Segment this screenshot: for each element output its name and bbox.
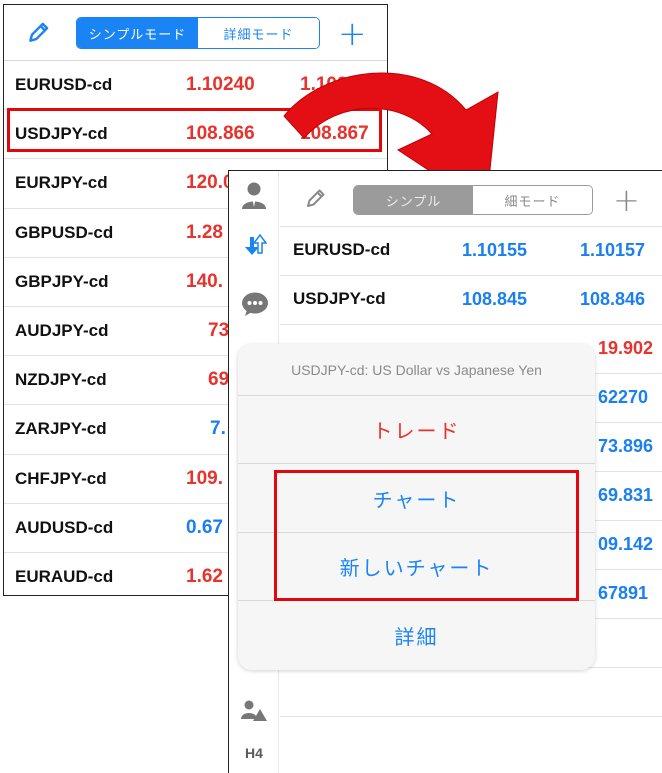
account-icon[interactable] <box>241 181 267 211</box>
ask-price: 67891 <box>598 583 649 603</box>
bid-price: 120.0 <box>186 172 234 194</box>
bid-price: 140. <box>186 270 223 292</box>
symbol-label: EURUSD-cd <box>293 240 391 259</box>
quote-row[interactable] <box>280 668 662 717</box>
quote-row[interactable]: USDJPY-cd 108.845 108.846 <box>280 276 662 325</box>
symbol-label: CHFJPY-cd <box>15 468 107 488</box>
quote-row[interactable]: EURUSD-cd 1.10155 1.10157 <box>280 227 662 276</box>
simple-mode-tab[interactable]: シンプルモード <box>77 18 198 48</box>
symbol-label: AUDJPY-cd <box>15 320 109 340</box>
ask-price: 62270 <box>598 387 649 407</box>
symbol-label: GBPJPY-cd <box>15 271 109 291</box>
symbol-label: ZARJPY-cd <box>15 419 107 439</box>
chart-settings-icon[interactable] <box>241 699 267 723</box>
ask-price: 1.10157 <box>580 240 646 260</box>
details-menu-item[interactable]: 詳細 <box>238 601 595 670</box>
pencil-icon[interactable] <box>26 19 52 45</box>
symbol-label: NZDJPY-cd <box>15 370 107 390</box>
simple-mode-tab[interactable]: シンプル <box>354 186 473 214</box>
new-chart-menu-item[interactable]: 新しいチャート <box>238 533 595 601</box>
trade-arrows-icon[interactable] <box>241 233 267 263</box>
add-symbol-icon[interactable]: + <box>338 17 367 51</box>
trade-menu-item[interactable]: トレード <box>238 396 595 464</box>
popup-title: USDJPY-cd: US Dollar vs Japanese Yen <box>238 344 595 396</box>
mode-segmented-control: シンプル 細モード <box>353 185 593 215</box>
symbol-action-popup: USDJPY-cd: US Dollar vs Japanese Yen トレー… <box>238 344 595 670</box>
mode-segmented-control: シンプルモード 詳細モード <box>76 17 320 49</box>
symbol-label: USDJPY-cd <box>15 124 108 144</box>
detail-mode-tab[interactable]: 細モード <box>473 186 592 214</box>
chat-icon[interactable] <box>241 291 269 317</box>
symbol-label: EURUSD-cd <box>15 75 113 94</box>
timeframe-label[interactable]: H4 <box>245 745 263 761</box>
bid-price: 109. <box>186 467 223 489</box>
symbol-label: GBPUSD-cd <box>15 222 114 242</box>
bid-price: 108.845 <box>462 289 528 309</box>
pencil-icon[interactable] <box>304 186 328 210</box>
bid-price: 1.10240 <box>186 74 255 95</box>
chart-menu-item[interactable]: チャート <box>238 464 595 533</box>
symbol-label: EURAUD-cd <box>15 566 114 586</box>
bid-price: 1.10155 <box>462 240 528 260</box>
toolbar: シンプル 細モード + <box>280 171 662 227</box>
detail-mode-tab[interactable]: 詳細モード <box>198 18 319 48</box>
add-symbol-icon[interactable]: + <box>613 184 640 216</box>
bid-price: 0.67 <box>186 516 223 538</box>
toolbar: シンプルモード 詳細モード + <box>4 5 387 61</box>
ask-price: 09.142 <box>598 534 654 554</box>
ask-price: 69.831 <box>598 485 654 505</box>
symbol-label: USDJPY-cd <box>293 289 386 308</box>
symbol-label: AUDUSD-cd <box>15 517 114 537</box>
bid-price: 1.62 <box>186 565 223 587</box>
bid-price: 108.866 <box>186 123 255 145</box>
ask-price: 19.902 <box>598 338 654 358</box>
ask-price: 108.846 <box>580 289 646 309</box>
bid-price: 7. <box>210 418 226 440</box>
bid-price: 1.28 <box>186 221 223 243</box>
symbol-label: EURJPY-cd <box>15 173 108 193</box>
ask-price: 73.896 <box>598 436 654 456</box>
